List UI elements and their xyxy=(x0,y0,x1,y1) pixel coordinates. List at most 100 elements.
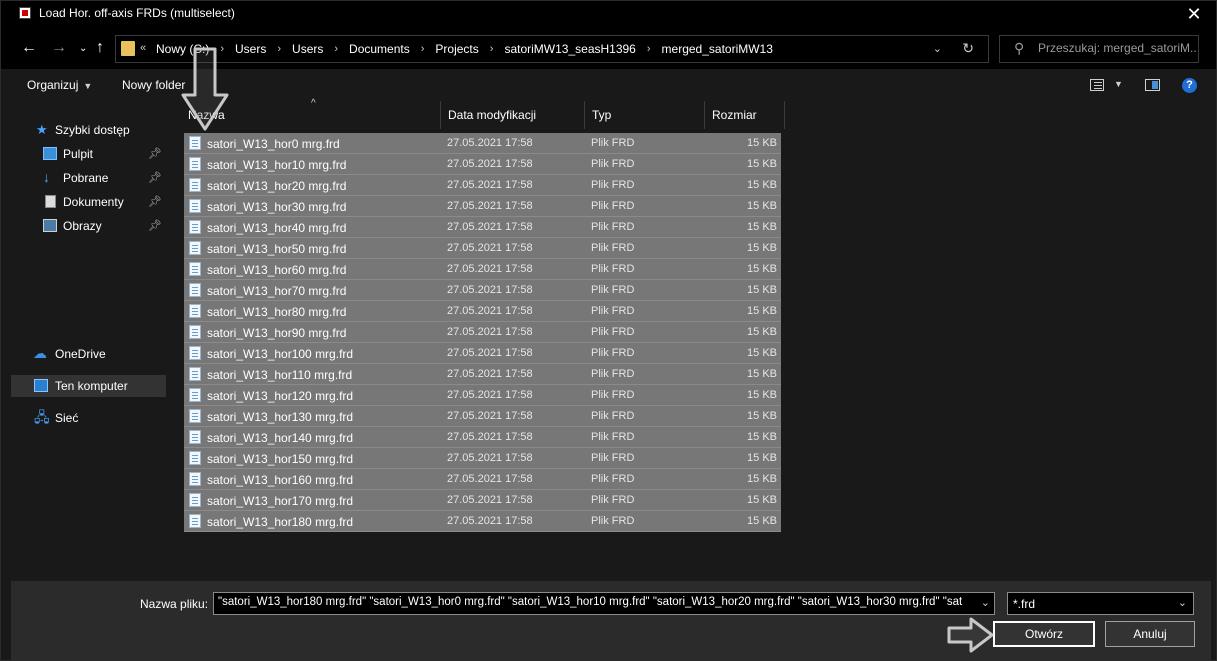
table-row[interactable]: satori_W13_hor30 mrg.frd 27.05.2021 17:58… xyxy=(184,196,781,217)
file-size: 15 KB xyxy=(747,305,777,317)
column-header-size[interactable]: Rozmiar xyxy=(705,101,785,129)
breadcrumb-separator-icon[interactable]: › xyxy=(220,43,224,55)
chevron-down-icon[interactable]: ⌄ xyxy=(933,42,942,55)
organize-button[interactable]: Organizuj ▼ xyxy=(27,78,92,92)
table-row[interactable]: satori_W13_hor10 mrg.frd 27.05.2021 17:58… xyxy=(184,154,781,175)
breadcrumb-separator-icon[interactable]: › xyxy=(421,43,425,55)
overflow-crumbs[interactable]: « xyxy=(140,42,146,54)
table-row[interactable]: satori_W13_hor100 mrg.frd 27.05.2021 17:5… xyxy=(184,343,781,364)
table-row[interactable]: satori_W13_hor40 mrg.frd 27.05.2021 17:58… xyxy=(184,217,781,238)
file-name: satori_W13_hor40 mrg.frd xyxy=(207,221,347,235)
table-row[interactable]: satori_W13_hor60 mrg.frd 27.05.2021 17:58… xyxy=(184,259,781,280)
table-row[interactable]: satori_W13_hor110 mrg.frd 27.05.2021 17:5… xyxy=(184,364,781,385)
pin-icon: 📌︎ xyxy=(148,196,162,208)
search-input[interactable] xyxy=(1038,41,1196,55)
sidebar-item-label: Sieć xyxy=(55,411,79,425)
table-row[interactable]: satori_W13_hor140 mrg.frd 27.05.2021 17:5… xyxy=(184,427,781,448)
breadcrumb-separator-icon[interactable]: › xyxy=(490,43,494,55)
forward-icon[interactable]: → xyxy=(51,39,67,57)
file-size: 15 KB xyxy=(747,137,777,149)
file-type: Plik FRD xyxy=(591,410,635,422)
table-row[interactable]: satori_W13_hor70 mrg.frd 27.05.2021 17:58… xyxy=(184,280,781,301)
close-icon[interactable]: ✕ xyxy=(1182,3,1206,25)
search-box[interactable]: ⚲ xyxy=(999,35,1199,63)
back-icon[interactable]: ← xyxy=(21,39,37,57)
breadcrumb-separator-icon[interactable]: › xyxy=(277,43,281,55)
file-type: Plik FRD xyxy=(591,242,635,254)
table-row[interactable]: satori_W13_hor170 mrg.frd 27.05.2021 17:5… xyxy=(184,490,781,511)
file-type: Plik FRD xyxy=(591,263,635,275)
computer-icon xyxy=(34,379,48,392)
breadcrumb-project-folder[interactable]: satoriMW13_seasH1396 xyxy=(504,42,635,56)
table-row[interactable]: satori_W13_hor160 mrg.frd 27.05.2021 17:5… xyxy=(184,469,781,490)
file-type: Plik FRD xyxy=(591,158,635,170)
sidebar-item-label: Ten komputer xyxy=(55,379,128,393)
file-icon xyxy=(189,367,201,381)
file-date: 27.05.2021 17:58 xyxy=(447,410,533,422)
table-row[interactable]: satori_W13_hor90 mrg.frd 27.05.2021 17:58… xyxy=(184,322,781,343)
breadcrumb-users-sub[interactable]: Users xyxy=(292,42,323,56)
table-row[interactable]: satori_W13_hor180 mrg.frd 27.05.2021 17:5… xyxy=(184,511,781,532)
file-size: 15 KB xyxy=(747,431,777,443)
file-icon xyxy=(189,346,201,360)
sidebar-item-downloads[interactable]: ↓ Pobrane 📌︎ xyxy=(11,167,166,189)
refresh-icon[interactable]: ↻ xyxy=(962,40,974,57)
sidebar-item-onedrive[interactable]: ☁ OneDrive xyxy=(11,343,166,365)
file-icon xyxy=(189,283,201,297)
filename-input[interactable] xyxy=(218,596,974,608)
file-type: Plik FRD xyxy=(591,200,635,212)
table-row[interactable]: satori_W13_hor150 mrg.frd 27.05.2021 17:5… xyxy=(184,448,781,469)
caret-down-icon[interactable]: ▼ xyxy=(1114,79,1123,89)
up-icon[interactable]: ↑ xyxy=(96,39,104,57)
breadcrumb: Nowy (C:) › Users › Users › Documents › … xyxy=(156,42,773,56)
breadcrumb-separator-icon[interactable]: › xyxy=(334,43,338,55)
file-date: 27.05.2021 17:58 xyxy=(447,263,533,275)
sidebar-item-desktop[interactable]: Pulpit 📌︎ xyxy=(11,143,166,165)
column-header-type[interactable]: Typ xyxy=(585,101,705,129)
file-icon xyxy=(189,136,201,150)
file-type: Plik FRD xyxy=(591,494,635,506)
chevron-down-icon[interactable]: ⌄ xyxy=(981,596,990,609)
sidebar-item-pictures[interactable]: Obrazy 📌︎ xyxy=(11,215,166,237)
file-date: 27.05.2021 17:58 xyxy=(447,452,533,464)
cloud-icon: ☁ xyxy=(33,345,47,361)
file-icon xyxy=(189,178,201,192)
help-icon[interactable]: ? xyxy=(1182,78,1197,93)
file-type-filter[interactable]: *.frd ⌄ xyxy=(1007,592,1194,615)
table-row[interactable]: satori_W13_hor130 mrg.frd 27.05.2021 17:5… xyxy=(184,406,781,427)
view-options-icon[interactable] xyxy=(1090,79,1104,91)
file-date: 27.05.2021 17:58 xyxy=(447,305,533,317)
sidebar-item-documents[interactable]: Dokumenty 📌︎ xyxy=(11,191,166,213)
file-size: 15 KB xyxy=(747,347,777,359)
file-name: satori_W13_hor150 mrg.frd xyxy=(207,452,354,466)
preview-pane-icon[interactable] xyxy=(1145,79,1160,91)
filename-combobox[interactable]: ⌄ xyxy=(213,592,995,615)
table-row[interactable]: satori_W13_hor0 mrg.frd 27.05.2021 17:58 P… xyxy=(184,133,781,154)
sidebar-item-this-pc[interactable]: Ten komputer xyxy=(11,375,166,397)
breadcrumb-users[interactable]: Users xyxy=(235,42,266,56)
open-button[interactable]: Otwórz xyxy=(993,621,1095,647)
breadcrumb-documents[interactable]: Documents xyxy=(349,42,410,56)
file-type: Plik FRD xyxy=(591,347,635,359)
column-header-date[interactable]: Data modyfikacji xyxy=(441,101,585,129)
table-row[interactable]: satori_W13_hor80 mrg.frd 27.05.2021 17:58… xyxy=(184,301,781,322)
pictures-icon xyxy=(43,219,57,232)
file-name: satori_W13_hor70 mrg.frd xyxy=(207,284,347,298)
new-folder-button[interactable]: Nowy folder xyxy=(122,78,185,92)
breadcrumb-projects[interactable]: Projects xyxy=(435,42,478,56)
sidebar-item-label: Pobrane xyxy=(63,171,109,185)
table-row[interactable]: satori_W13_hor20 mrg.frd 27.05.2021 17:58… xyxy=(184,175,781,196)
address-bar[interactable]: « Nowy (C:) › Users › Users › Documents … xyxy=(115,35,989,63)
sidebar-item-quick-access[interactable]: ★ Szybki dostęp xyxy=(11,119,166,141)
column-header-name[interactable]: Nazwa ^ xyxy=(181,98,441,129)
breadcrumb-current-folder[interactable]: merged_satoriMW13 xyxy=(662,42,773,56)
recent-locations-icon[interactable]: ⌄ xyxy=(79,43,87,54)
table-row[interactable]: satori_W13_hor120 mrg.frd 27.05.2021 17:5… xyxy=(184,385,781,406)
file-icon xyxy=(189,325,201,339)
file-type: Plik FRD xyxy=(591,473,635,485)
cancel-button[interactable]: Anuluj xyxy=(1105,621,1195,647)
breadcrumb-drive[interactable]: Nowy (C:) xyxy=(156,42,209,56)
sidebar-item-network[interactable]: 🖧︎ Sieć xyxy=(11,407,166,429)
breadcrumb-separator-icon[interactable]: › xyxy=(647,43,651,55)
table-row[interactable]: satori_W13_hor50 mrg.frd 27.05.2021 17:58… xyxy=(184,238,781,259)
